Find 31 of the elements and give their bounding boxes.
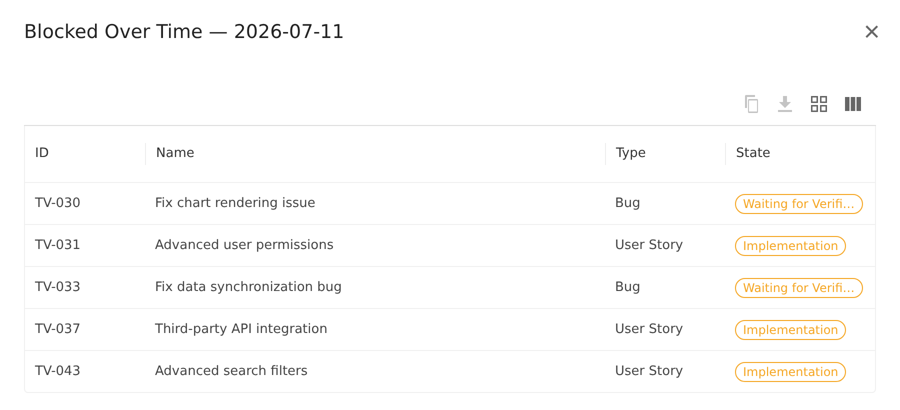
table-cell-text: TV-030 [34, 196, 82, 211]
state-badge: Waiting for Verifi… [735, 278, 863, 298]
grid-icon [811, 96, 827, 112]
table-cell-text: User Story [614, 322, 684, 337]
table-cell-text: TV-031 [34, 238, 82, 253]
column-header[interactable]: Type [605, 143, 725, 165]
grid-button[interactable] [808, 93, 830, 115]
dialog-title: Blocked Over Time — 2026-07-11 [24, 21, 344, 43]
table-cell-text: Fix chart rendering issue [154, 196, 316, 211]
table-cell-text: User Story [614, 364, 684, 379]
table-cell-text: User Story [614, 238, 684, 253]
copy-icon [742, 94, 760, 114]
download-icon [778, 96, 792, 112]
column-header[interactable]: State [725, 143, 875, 165]
table-cell-text: Bug [614, 280, 642, 295]
column-header[interactable]: Name [145, 143, 605, 165]
table-cell-text: Bug [614, 196, 642, 211]
table-cell-text: Advanced user permissions [154, 238, 335, 253]
table-cell-text: TV-033 [34, 280, 82, 295]
columns-icon [845, 97, 861, 111]
state-badge: Implementation [735, 362, 846, 382]
table-cell-text: TV-037 [34, 322, 82, 337]
state-badge: Implementation [735, 236, 846, 256]
state-badge: Implementation [735, 320, 846, 340]
table-cell-text: Third-party API integration [154, 322, 328, 337]
table-cell-text: TV-043 [34, 364, 82, 379]
close-button[interactable]: × [860, 18, 884, 46]
table-cell-text: Advanced search filters [154, 364, 309, 379]
column-header[interactable]: ID [25, 143, 145, 165]
state-badge: Waiting for Verifi… [735, 194, 863, 214]
table-cell-text: Fix data synchronization bug [154, 280, 343, 295]
